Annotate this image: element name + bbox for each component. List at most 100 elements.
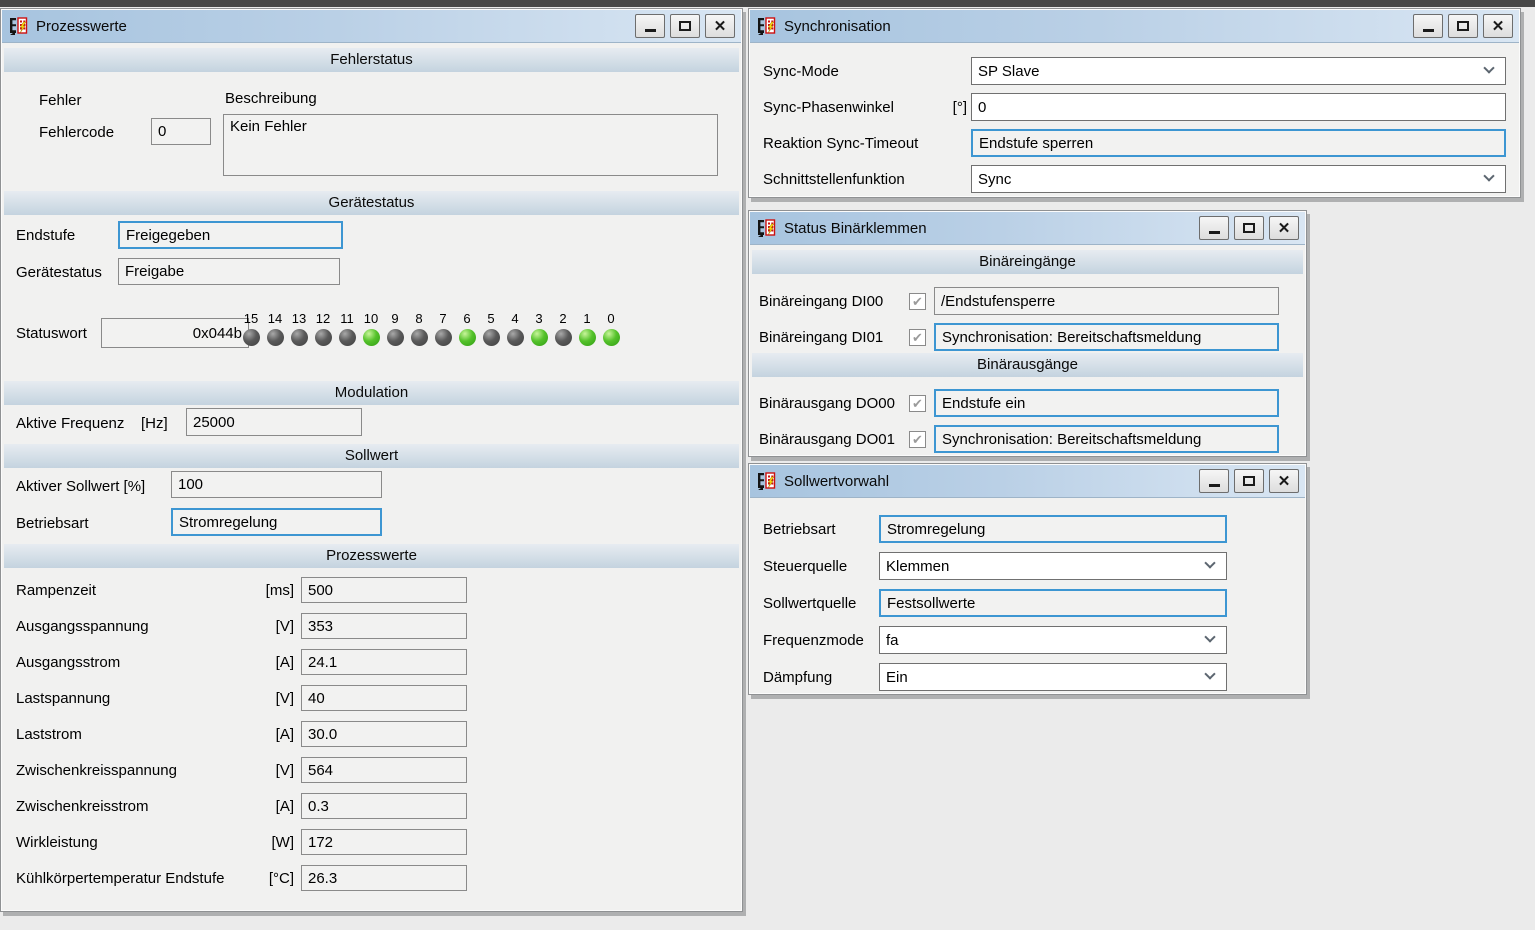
statuswort-bit: 15: [239, 311, 263, 346]
sollwertvorwahl-row-value: Festsollwerte: [887, 594, 976, 612]
sollwertvorwahl-row-label: Betriebsart: [763, 520, 836, 538]
binaerausgang-checkbox[interactable]: ✔: [909, 394, 926, 412]
maximize-button[interactable]: [670, 14, 700, 38]
maximize-icon: [1457, 21, 1469, 31]
betriebsart-field: Stromregelung: [171, 508, 382, 536]
prozesswert-value: 0.3: [308, 797, 329, 815]
close-button[interactable]: ✕: [1483, 14, 1513, 38]
app-logo-icon: [758, 219, 776, 237]
sync-row-field[interactable]: Sync: [971, 165, 1506, 193]
prozesswert-unit: [A]: [275, 725, 294, 743]
status-led-icon: [410, 329, 428, 346]
minimize-button[interactable]: [1413, 14, 1443, 38]
window-titlebar[interactable]: Sollwertvorwahl ✕: [750, 465, 1305, 498]
prozesswert-unit: [V]: [275, 689, 294, 707]
fehlercode-label: Fehlercode: [39, 124, 115, 141]
app-logo-icon: [10, 17, 28, 35]
prozesswert-row: Rampenzeit [ms] 500: [1, 572, 742, 608]
prozesswert-value: 353: [308, 617, 334, 635]
binaereingang-value: Synchronisation: Bereitschaftsmeldung: [942, 328, 1202, 346]
maximize-icon: [1243, 476, 1255, 486]
prozesswert-row: Lastspannung [V] 40: [1, 680, 742, 716]
status-led-icon: [602, 329, 620, 346]
binaerausgang-value: Synchronisation: Bereitschaftsmeldung: [942, 430, 1202, 448]
bit-number-label: 12: [315, 311, 331, 326]
window-title: Synchronisation: [784, 17, 891, 35]
sollwertvorwahl-row-value: fa: [886, 631, 899, 649]
maximize-button[interactable]: [1448, 14, 1478, 38]
status-led-icon: [338, 329, 356, 346]
sollwertvorwahl-row-field[interactable]: Klemmen: [879, 552, 1227, 580]
prozesswert-label: Kühlkörpertemperatur Endstufe: [16, 869, 225, 887]
close-icon: ✕: [1277, 219, 1291, 237]
binaereingang-value: /Endstufensperre: [941, 292, 1056, 310]
prozesswerte-window: Prozesswerte ✕ Fehlerstatus Fehler Besch…: [0, 8, 743, 912]
prozesswert-value: 564: [308, 761, 334, 779]
geraetestatus-field: Freigabe: [118, 258, 340, 285]
prozesswert-value: 172: [308, 833, 334, 851]
sync-row-label: Reaktion Sync-Timeout: [763, 134, 919, 152]
geraetestatus-value: Freigabe: [125, 263, 185, 280]
close-icon: ✕: [713, 17, 727, 35]
prozesswert-label: Rampenzeit: [16, 581, 97, 599]
statuswort-bit: 4: [503, 311, 527, 346]
sollwertvorwahl-row-label: Sollwertquelle: [763, 594, 857, 612]
prozesswert-label: Wirkleistung: [16, 833, 98, 851]
sollwertvorwahl-row-label: Frequenzmode: [763, 631, 864, 649]
sync-row-label: Sync-Phasenwinkel: [763, 98, 894, 116]
close-icon: ✕: [1277, 472, 1291, 490]
minimize-button[interactable]: [1199, 469, 1229, 493]
aktive-frequenz-field: 25000: [186, 408, 362, 436]
prozesswert-field: 353: [301, 613, 467, 639]
bit-number-label: 5: [487, 311, 495, 326]
prozesswert-row: Kühlkörpertemperatur Endstufe [°C] 26.3: [1, 860, 742, 896]
status-led-icon: [434, 329, 452, 346]
close-icon: ✕: [1491, 17, 1505, 35]
sync-row-field[interactable]: SP Slave: [971, 57, 1506, 85]
statuswort-field: 0x044b: [101, 318, 249, 348]
sync-row-field[interactable]: 0: [971, 93, 1506, 121]
binaereingaenge-rows: Binäreingang DI00 ✔ /Endstufensperre Bin…: [749, 279, 1306, 351]
window-titlebar[interactable]: Status Binärklemmen ✕: [750, 212, 1305, 245]
sollwertvorwahl-row-field[interactable]: fa: [879, 626, 1227, 654]
fehlercode-value: 0: [158, 123, 167, 140]
section-header-sollwert: Sollwert: [4, 444, 739, 468]
status-led-icon: [242, 329, 260, 346]
binaereingang-checkbox[interactable]: ✔: [909, 328, 926, 346]
maximize-button[interactable]: [1234, 216, 1264, 240]
aktive-frequenz-unit: [Hz]: [141, 415, 168, 432]
endstufe-label: Endstufe: [16, 227, 76, 244]
synchronisation-rows: Sync-Mode SP Slave Sync-Phasenwinkel [°]…: [749, 49, 1520, 193]
binaerausgang-field: Endstufe ein: [934, 389, 1279, 417]
binaerausgang-checkbox[interactable]: ✔: [909, 430, 926, 448]
prozesswert-row: Zwischenkreisspannung [V] 564: [1, 752, 742, 788]
fehler-beschreibung-box: Kein Fehler: [223, 114, 718, 176]
bit-number-label: 14: [267, 311, 283, 326]
sync-row-label: Schnittstellenfunktion: [763, 170, 905, 188]
endstufe-field: Freigegeben: [118, 221, 343, 249]
minimize-button[interactable]: [1199, 216, 1229, 240]
window-titlebar[interactable]: Synchronisation ✕: [750, 10, 1519, 43]
statuswort-bit: 11: [335, 311, 359, 346]
section-header-binaerausgaenge: Binärausgänge: [752, 353, 1303, 377]
binaerausgang-label: Binärausgang DO00: [759, 394, 895, 412]
close-button[interactable]: ✕: [705, 14, 735, 38]
sollwertvorwahl-row-field: Stromregelung: [879, 515, 1227, 543]
close-button[interactable]: ✕: [1269, 216, 1299, 240]
prozesswert-unit: [ms]: [265, 581, 294, 599]
minimize-button[interactable]: [635, 14, 665, 38]
status-led-icon: [506, 329, 524, 346]
prozesswert-label: Lastspannung: [16, 689, 111, 707]
sollwertvorwahl-row-field[interactable]: Ein: [879, 663, 1227, 691]
endstufe-value: Freigegeben: [126, 226, 211, 244]
status-led-icon: [578, 329, 596, 346]
window-titlebar[interactable]: Prozesswerte ✕: [2, 10, 741, 43]
prozesswert-unit: [A]: [275, 797, 294, 815]
bit-number-label: 6: [463, 311, 471, 326]
prozesswert-field: 24.1: [301, 649, 467, 675]
binaerausgang-row: Binärausgang DO00 ✔ Endstufe ein: [759, 389, 1296, 417]
maximize-button[interactable]: [1234, 469, 1264, 493]
close-button[interactable]: ✕: [1269, 469, 1299, 493]
binaereingang-checkbox[interactable]: ✔: [909, 292, 926, 310]
sollwertvorwahl-row-value: Klemmen: [886, 557, 950, 575]
